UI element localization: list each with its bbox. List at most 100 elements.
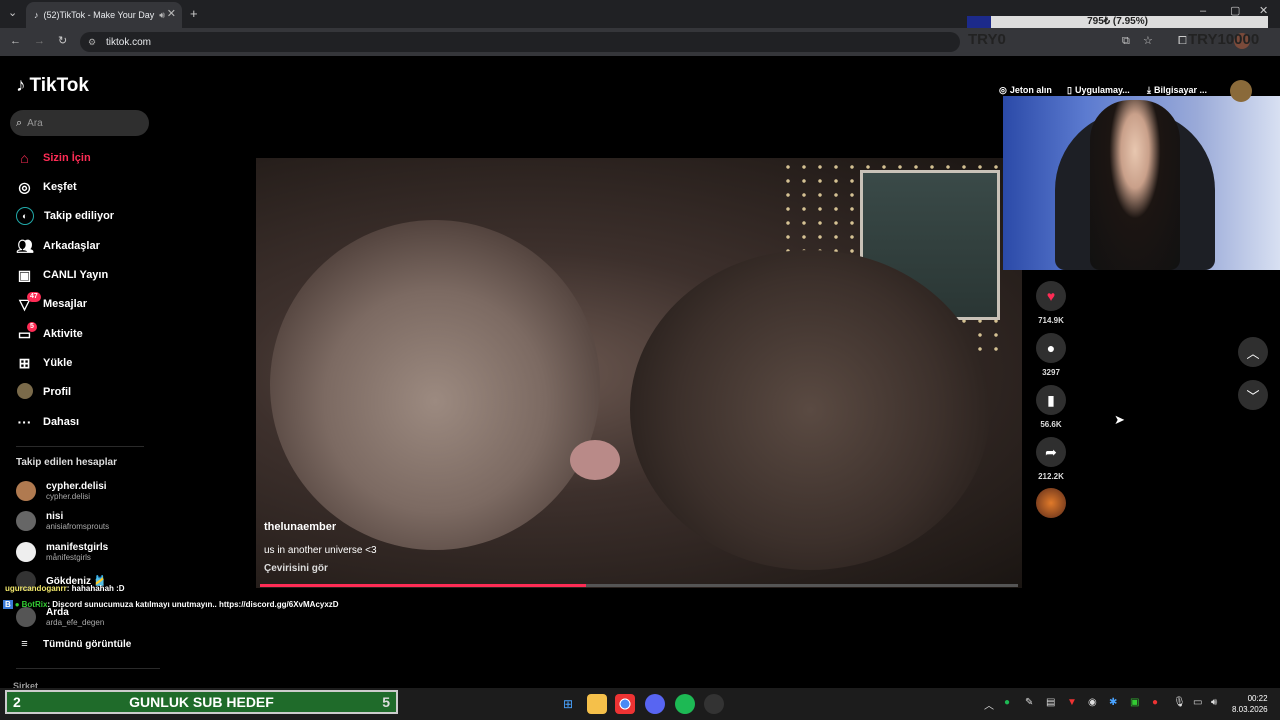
close-tab-icon[interactable]: ✕ (167, 7, 176, 20)
see-all-accounts-link[interactable]: ≡ Tümünü görüntüle (16, 634, 131, 654)
bookmark-star-icon[interactable]: ☆ (1143, 36, 1153, 47)
logo-text: TikTok (29, 75, 89, 96)
tray-mic-icon[interactable]: 🎙︎ (1173, 697, 1186, 708)
streamer (1090, 100, 1180, 270)
get-coins-button[interactable]: ◎ Jeton alın (999, 83, 1052, 97)
account-handle: anisiafromsprouts (46, 521, 110, 531)
messages-badge: 47 (27, 291, 41, 302)
sidebar-item-upload[interactable]: ⊞ Yükle (16, 353, 73, 373)
taskbar-clock[interactable]: 00:22 8.03.2026 (1232, 693, 1268, 715)
tray-pen-icon[interactable]: ✎ (1025, 697, 1033, 708)
music-disc-button[interactable] (1036, 488, 1066, 518)
comment-button[interactable]: ● (1036, 333, 1066, 363)
discord-icon[interactable] (645, 694, 665, 714)
tray-network-icon[interactable]: ▭ (1193, 697, 1202, 708)
followed-account[interactable]: cypher.delisi cypher.delisi (16, 478, 107, 504)
sidebar-item-label: Profil (43, 386, 72, 398)
search-input[interactable]: ⌕ Ara (10, 110, 149, 136)
next-video-button[interactable]: ﹀ (1238, 380, 1268, 410)
clock-time: 00:22 (1247, 694, 1268, 703)
tray-spotify-icon[interactable]: ● (1004, 697, 1010, 708)
save-button[interactable]: ▮ (1036, 385, 1066, 415)
new-tab-icon[interactable]: + (190, 7, 198, 20)
address-bar[interactable]: ⚙ tiktok.com (80, 32, 960, 52)
like-count: 714.9K (1038, 316, 1064, 325)
heart-icon: ♥ (1046, 288, 1056, 304)
chat-text: : hahahahah :D (66, 584, 125, 593)
comment-icon: ● (1046, 340, 1056, 356)
sidebar-item-label: Mesajlar (43, 298, 88, 310)
sidebar-item-label: Takip ediliyor (44, 210, 115, 222)
sidebar-item-explore[interactable]: ◎ Keşfet (16, 177, 76, 197)
video-progress-fill (260, 584, 586, 587)
tray-bluetooth-icon[interactable]: ✱ (1109, 697, 1117, 708)
followed-account[interactable]: manifestgirls månifestgirls (16, 539, 108, 565)
verified-icon: ● (14, 600, 20, 609)
desktop-app-label: Bilgisayar ... (1153, 85, 1208, 95)
tray-app-icon[interactable]: ▤ (1046, 697, 1055, 708)
chevron-up-icon: ︿ (1246, 345, 1260, 361)
tray-record-icon[interactable]: ● (1152, 697, 1158, 708)
tabby-cat (630, 250, 990, 570)
spotify-icon[interactable] (675, 694, 695, 714)
file-explorer-icon[interactable] (587, 694, 607, 714)
tab-list-icon[interactable]: ⌄ (8, 8, 17, 19)
following-icon: ◐ (16, 207, 34, 225)
forward-icon[interactable]: → (34, 36, 45, 47)
chrome-icon[interactable] (615, 694, 635, 714)
sub-goal-bar: 2 GUNLUK SUB HEDEF 5 (5, 690, 398, 714)
see-translation-link[interactable]: Çevirisini gör (264, 563, 328, 574)
sidebar-item-friends[interactable]: 👥︎ Arkadaşlar (16, 236, 100, 256)
download-icon: ⤓ (1147, 84, 1151, 95)
tray-steam-icon[interactable]: ◉ (1088, 697, 1097, 708)
chat-user: BotRix (21, 600, 48, 609)
speaker-icon: 🔊︎ (159, 9, 165, 20)
chat-user: ugurcandoganrr (5, 584, 67, 593)
video-player[interactable] (256, 158, 1022, 588)
sidebar-item-label: CANLI Yayın (43, 269, 109, 281)
video-description: us in another universe <3 (264, 545, 377, 556)
browser-tab[interactable]: ♪ (52)TikTok - Make Your Day 🔊︎ ✕ (26, 2, 182, 28)
sidebar-divider (16, 668, 160, 669)
reload-icon[interactable]: ↻ (58, 36, 67, 47)
sidebar-item-following[interactable]: ◐ Takip ediliyor (16, 206, 114, 226)
obs-icon[interactable] (704, 694, 724, 714)
like-button[interactable]: ♥ (1036, 281, 1066, 311)
account-name: cypher.delisi (46, 480, 107, 492)
desktop-app-button[interactable]: ⤓ Bilgisayar ... (1147, 83, 1207, 97)
video-author[interactable]: thelunaember (264, 521, 336, 533)
back-icon[interactable]: ← (10, 36, 21, 47)
sidebar-item-label: Sizin İçin (43, 152, 91, 164)
friends-icon: 👥︎ (16, 237, 34, 254)
share-button[interactable]: ➦ (1036, 437, 1066, 467)
followed-account[interactable]: nisi anisiafromsprouts (16, 508, 109, 534)
tray-shield-icon[interactable]: ▼ (1067, 697, 1077, 708)
extensions-icon[interactable]: ⧠ (1178, 36, 1187, 47)
previous-video-button[interactable]: ︿ (1238, 337, 1268, 367)
list-icon: ≡ (21, 638, 28, 650)
activity-icon: ▭ 5 (16, 321, 37, 343)
sub-goal-title: GUNLUK SUB HEDEF (129, 694, 274, 710)
tray-expand-icon[interactable]: ︿ (984, 697, 994, 712)
sidebar-item-profile[interactable]: Profil (16, 382, 71, 402)
orange-cat (270, 220, 600, 550)
tiktok-logo[interactable]: ♪ TikTok (16, 75, 89, 97)
get-app-button[interactable]: ▯ Uygulamay... (1067, 83, 1130, 97)
video-progress-bar[interactable] (260, 584, 1018, 587)
sidebar-item-live[interactable]: ▣ CANLI Yayın (16, 265, 108, 285)
start-icon[interactable]: ⊞ (558, 694, 578, 714)
user-avatar[interactable] (1230, 80, 1252, 102)
install-app-icon[interactable]: ⧉ (1122, 36, 1130, 47)
tab-title: (52)TikTok - Make Your Day (43, 10, 155, 20)
tray-volume-icon[interactable]: 🔊︎ (1211, 697, 1217, 708)
sidebar-item-more[interactable]: ··· Dahası (16, 412, 80, 432)
sidebar-divider (16, 446, 144, 447)
sidebar-item-label: Aktivite (43, 328, 83, 340)
tray-nvidia-icon[interactable]: ▣ (1130, 697, 1139, 708)
avatar (16, 481, 36, 501)
sidebar-item-activity[interactable]: ▭ 5 Aktivite (16, 321, 83, 344)
account-name: nisi (46, 510, 64, 522)
sidebar-item-for-you[interactable]: ⌂ Sizin İçin (16, 148, 91, 168)
search-icon: ⌕ (16, 116, 23, 129)
sidebar-item-messages[interactable]: ▽ 47 Mesajlar (16, 291, 88, 314)
